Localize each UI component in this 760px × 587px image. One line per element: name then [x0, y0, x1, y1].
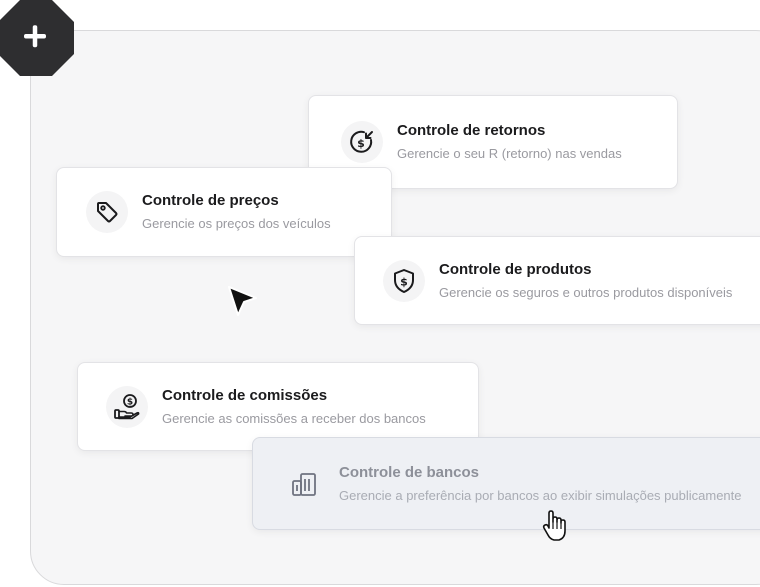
- card-title: Controle de retornos: [397, 122, 546, 139]
- card-title: Controle de preços: [142, 192, 279, 209]
- card-controle-produtos[interactable]: $ Controle de produtos Gerencie os segur…: [354, 236, 760, 325]
- card-subtitle: Gerencie as comissões a receber dos banc…: [162, 410, 426, 426]
- card-subtitle: Gerencie o seu R (retorno) nas vendas: [397, 146, 622, 161]
- svg-text:$: $: [357, 137, 365, 150]
- card-controle-precos[interactable]: Controle de preços Gerencie os preços do…: [56, 167, 392, 257]
- shield-dollar-icon: $: [383, 259, 425, 302]
- dollar-return-icon: $: [341, 121, 383, 163]
- card-title: Controle de bancos: [339, 463, 480, 481]
- hand-coin-icon: $: [106, 385, 148, 428]
- stage: $ Controle de retornos Gerencie o seu R …: [0, 0, 760, 587]
- card-controle-bancos[interactable]: Controle de bancos Gerencie a preferênci…: [252, 437, 760, 530]
- svg-text:$: $: [127, 397, 133, 407]
- svg-text:$: $: [400, 275, 408, 288]
- card-title: Controle de comissões: [162, 386, 328, 404]
- card-subtitle: Gerencie os seguros e outros produtos di…: [439, 284, 733, 300]
- plus-badge[interactable]: [0, 0, 78, 76]
- price-tag-icon: [86, 191, 128, 233]
- card-title: Controle de produtos: [439, 260, 592, 278]
- plus-icon: [0, 0, 74, 76]
- bank-building-icon: [283, 463, 325, 505]
- arrow-cursor-icon: [226, 284, 260, 325]
- card-subtitle: Gerencie a preferência por bancos ao exi…: [339, 487, 742, 503]
- hand-pointer-cursor-icon: [540, 508, 572, 549]
- card-subtitle: Gerencie os preços dos veículos: [142, 216, 331, 231]
